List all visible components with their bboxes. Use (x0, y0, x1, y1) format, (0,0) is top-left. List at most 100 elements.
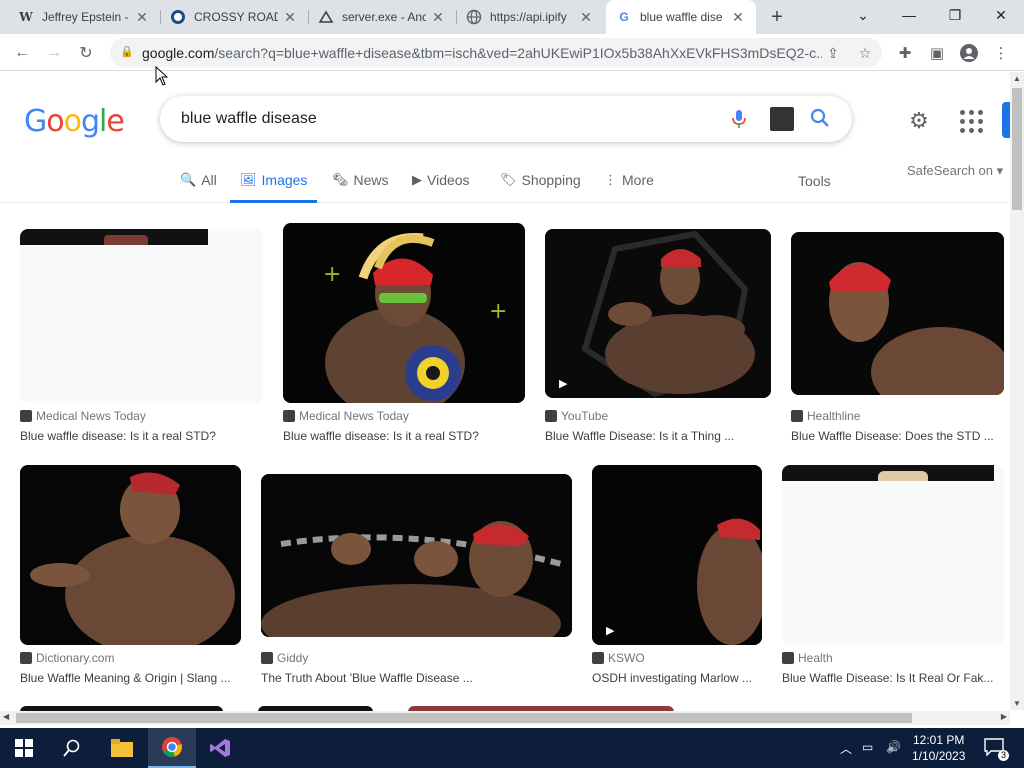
search-icon: 🔍 (180, 172, 197, 187)
globe-icon (466, 9, 482, 25)
result-title[interactable]: Blue Waffle Meaning & Origin | Slang ... (20, 671, 241, 685)
minimize-icon[interactable]: — (886, 0, 932, 30)
site-favicon-icon (545, 410, 557, 422)
url-text[interactable]: google.com/search?q=blue+waffle+disease&… (142, 45, 822, 61)
result-source[interactable]: Giddy (261, 651, 308, 665)
search-icon[interactable] (48, 728, 96, 768)
close-tab-icon[interactable]: ✕ (430, 9, 446, 25)
result-image[interactable]: ▶ (545, 229, 771, 398)
side-panel-icon[interactable]: ▣ (926, 42, 948, 64)
result-source[interactable]: Medical News Today (283, 409, 409, 423)
result-title[interactable]: Blue waffle disease: Is it a real STD? (20, 429, 263, 443)
vertical-scrollbar[interactable]: ▲ ▼ (1010, 72, 1024, 710)
browser-tab-active[interactable]: G blue waffle dise ✕ (606, 0, 756, 34)
result-title[interactable]: The Truth About 'Blue Waffle Disease ... (261, 671, 572, 685)
result-source[interactable]: Health (782, 651, 833, 665)
result-image[interactable] (261, 474, 572, 637)
notifications-icon[interactable]: 3 (984, 738, 1009, 761)
mouse-cursor-icon (155, 65, 169, 91)
tab-title: server.exe - Anc (342, 10, 426, 24)
browser-tab[interactable]: CROSSY ROAD ✕ (160, 0, 308, 34)
close-tab-icon[interactable]: ✕ (578, 9, 594, 25)
site-icon (318, 9, 334, 25)
restore-icon[interactable]: ❐ (932, 0, 978, 30)
tab-images[interactable]: 🖼 Images (230, 172, 318, 203)
tab-more[interactable]: ⋮ More (604, 172, 654, 203)
network-icon[interactable]: ▭ (862, 740, 873, 754)
lock-icon: 🔒 (120, 46, 134, 58)
horizontal-scrollbar[interactable]: ◀ ▶ (0, 711, 1010, 725)
result-image[interactable]: + + (283, 223, 525, 403)
extensions-puzzle-icon[interactable]: ✚ (894, 42, 916, 64)
show-hidden-icons-icon[interactable]: ︿ (840, 740, 852, 757)
tag-icon: 🏷 (500, 172, 517, 187)
close-tab-icon[interactable]: ✕ (134, 9, 150, 25)
result-source[interactable]: Dictionary.com (20, 651, 114, 665)
browser-tab[interactable]: server.exe - Anc ✕ (308, 0, 456, 34)
search-by-image-thumbnail[interactable] (770, 107, 794, 131)
result-title[interactable]: Blue Waffle Disease: Does the STD ... (791, 429, 1004, 443)
address-bar[interactable]: 🔒 google.com/search?q=blue+waffle+diseas… (110, 38, 882, 67)
result-source[interactable]: Healthline (791, 409, 860, 423)
reload-icon[interactable]: ↻ (74, 41, 98, 65)
result-image[interactable] (791, 232, 1004, 395)
close-tab-icon[interactable]: ✕ (730, 9, 746, 25)
notification-count-badge: 3 (998, 750, 1009, 761)
forward-arrow-icon[interactable]: → (42, 41, 66, 65)
svg-text:+: + (489, 299, 507, 324)
browser-tab-strip: W Jeffrey Epstein - ✕ CROSSY ROAD ✕ serv… (0, 0, 1024, 34)
close-tab-icon[interactable]: ✕ (282, 9, 298, 25)
profile-avatar-icon[interactable] (958, 42, 980, 64)
site-favicon-icon (261, 652, 273, 664)
chrome-icon[interactable] (148, 728, 196, 768)
windows-start-icon[interactable] (0, 728, 48, 768)
volume-icon[interactable]: 🔊 (886, 740, 901, 754)
result-source[interactable]: YouTube (545, 409, 608, 423)
tab-videos[interactable]: ▶ Videos (412, 172, 470, 203)
search-type-tabs: 🔍 All 🖼 Images 🗞 News ▶ Videos 🏷 Shopping ⋮ Mo… (0, 163, 1010, 203)
result-title[interactable]: Blue waffle disease: Is it a real STD? (283, 429, 525, 443)
video-play-icon: ▶ (559, 378, 568, 390)
result-image[interactable]: ▶ (592, 465, 762, 645)
site-favicon-icon (283, 410, 295, 422)
result-image[interactable] (782, 465, 1004, 645)
tab-news[interactable]: 🗞 News (332, 172, 389, 203)
visual-studio-icon[interactable] (196, 728, 244, 768)
tab-all[interactable]: 🔍 All (180, 172, 217, 203)
browser-tab[interactable]: https://api.ipify ✕ (456, 0, 604, 34)
safesearch-dropdown[interactable]: SafeSearch on ▾ (907, 163, 1003, 179)
file-explorer-icon[interactable] (98, 728, 146, 768)
result-image[interactable] (20, 465, 241, 645)
result-source[interactable]: KSWO (592, 651, 645, 665)
search-query[interactable]: blue waffle disease (181, 110, 317, 128)
tab-title: Jeffrey Epstein - (42, 10, 129, 24)
bookmark-star-icon[interactable]: ☆ (856, 44, 874, 62)
tab-title: https://api.ipify (490, 10, 567, 24)
result-title[interactable]: Blue Waffle Disease: Is It Real Or Fak..… (782, 671, 1004, 685)
result-title[interactable]: Blue Waffle Disease: Is it a Thing ... (545, 429, 771, 443)
search-box[interactable]: blue waffle disease (160, 96, 852, 142)
site-favicon-icon (20, 410, 32, 422)
tab-shopping[interactable]: 🏷 Shopping (500, 172, 581, 203)
site-favicon-icon (20, 652, 32, 664)
settings-gear-icon[interactable]: ⚙ (906, 108, 932, 134)
back-arrow-icon[interactable]: ← (10, 41, 34, 65)
google-logo[interactable]: Google (24, 104, 125, 139)
result-source[interactable]: Medical News Today (20, 409, 146, 423)
share-icon[interactable]: ⇪ (824, 44, 842, 62)
search-icon[interactable] (810, 108, 832, 130)
new-tab-icon[interactable]: + (766, 6, 788, 28)
tab-title: blue waffle dise (640, 10, 723, 24)
result-image[interactable] (20, 229, 263, 403)
browser-menu-icon[interactable]: ⋮ (990, 42, 1012, 64)
system-clock[interactable]: 12:01 PM 1/10/2023 (912, 732, 965, 764)
tab-search-icon[interactable]: ⌄ (840, 0, 886, 30)
wikipedia-icon: W (19, 10, 33, 24)
microphone-icon[interactable] (728, 108, 750, 130)
browser-tab[interactable]: W Jeffrey Epstein - ✕ (8, 0, 160, 34)
close-window-icon[interactable]: ✕ (978, 0, 1024, 30)
result-title[interactable]: OSDH investigating Marlow ... (592, 671, 762, 685)
tools-button[interactable]: Tools (798, 173, 831, 189)
video-play-icon: ▶ (606, 625, 615, 637)
google-apps-icon[interactable] (958, 108, 983, 133)
